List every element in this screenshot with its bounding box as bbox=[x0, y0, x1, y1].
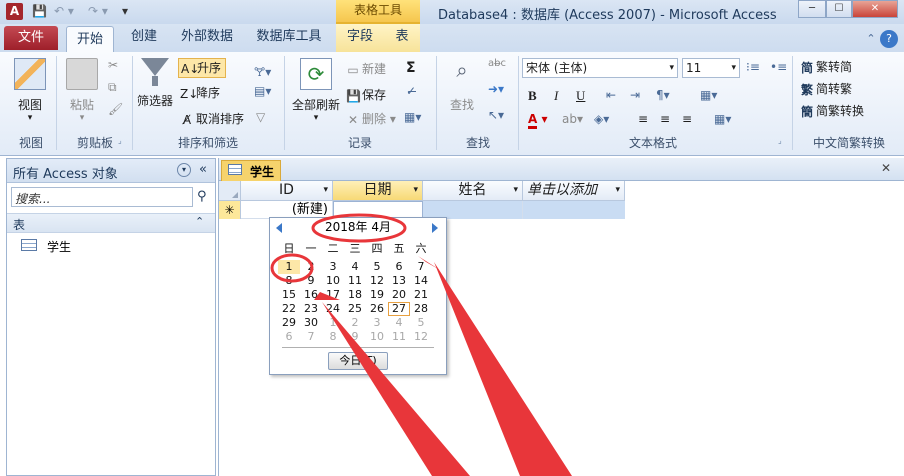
annotation-arrow-1 bbox=[434, 262, 572, 476]
annotation-arrow-2 bbox=[322, 302, 470, 476]
annotation-circle-day bbox=[270, 253, 314, 283]
annotation-circle-month bbox=[311, 213, 407, 243]
annotation-overlay bbox=[270, 213, 572, 476]
annotation-arrowhead-2 bbox=[314, 292, 340, 300]
